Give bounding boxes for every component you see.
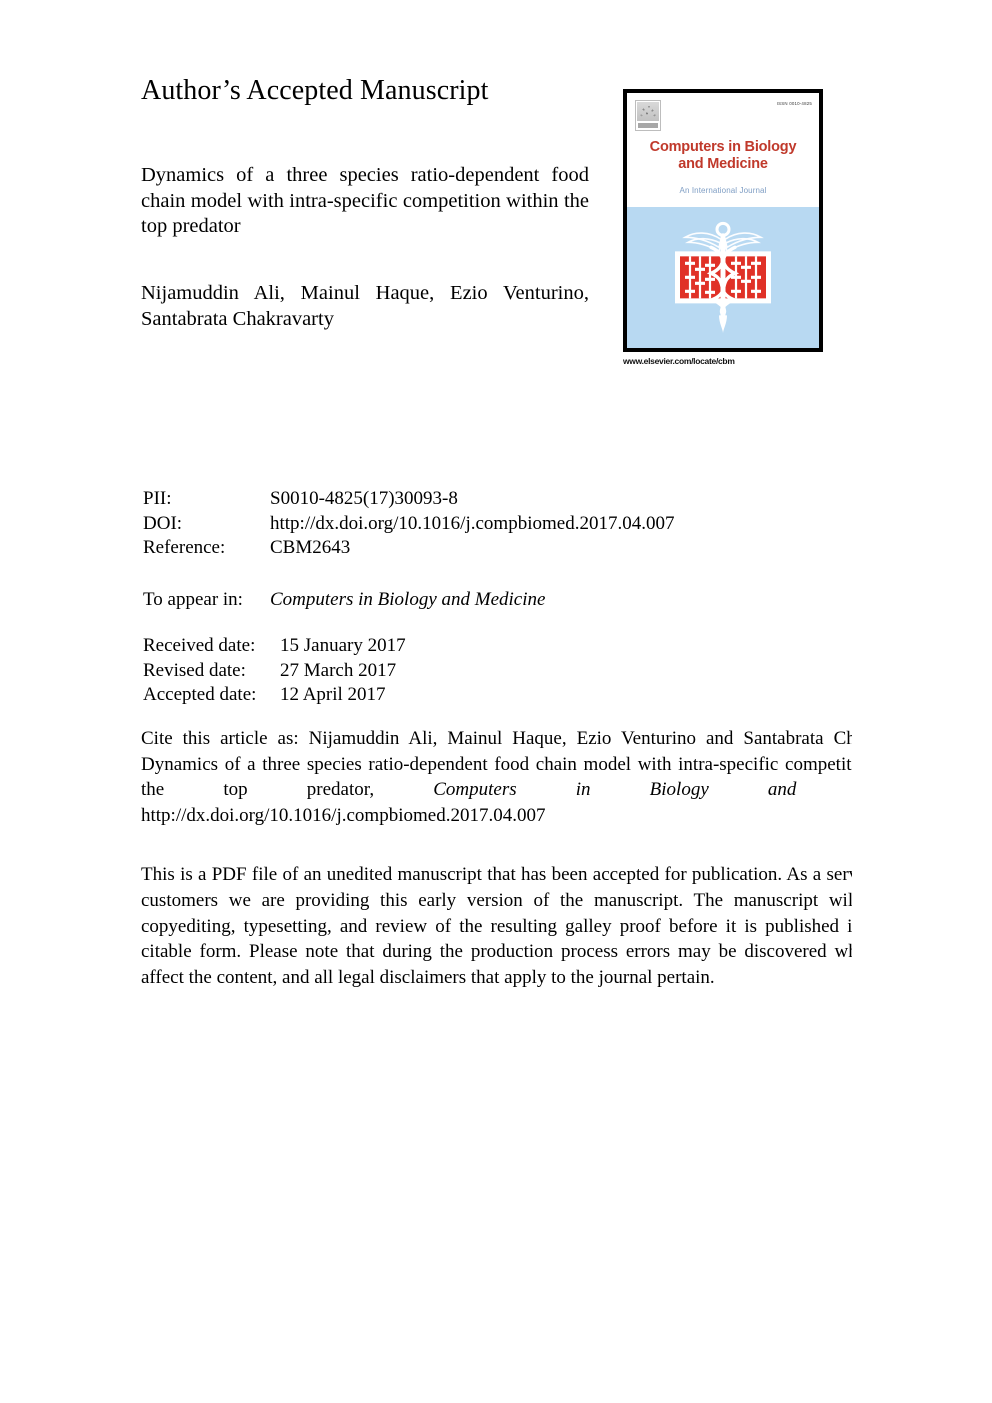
accepted-date-value: 12 April 2017 [280, 684, 386, 705]
clipped-text-region: Cite this article as: Nijamuddin Ali, Ma… [141, 726, 852, 1016]
to-appear-in-label: To appear in: [143, 589, 243, 610]
date-row-revised: Revised date: 27 March 2017 [143, 659, 406, 684]
cover-journal-title-line-2: and Medicine [678, 156, 768, 172]
elsevier-tree-canopy [637, 102, 659, 121]
disclaimer-paragraph: This is a PDF file of an unedited manusc… [141, 864, 852, 988]
citation-paragraph: Cite this article as: Nijamuddin Ali, Ma… [141, 726, 852, 828]
to-appear-in-row: To appear in: Computers in Biology and M… [143, 588, 545, 613]
to-appear-in-journal: Computers in Biology and Medicine [270, 589, 546, 610]
journal-cover-image: ISSN 0010-4825 Computers in Biology and … [623, 89, 823, 352]
journal-cover-inner: ISSN 0010-4825 Computers in Biology and … [627, 93, 819, 348]
cover-journal-title: Computers in Biology and Medicine [627, 139, 819, 173]
accepted-date-label: Accepted date: [143, 684, 257, 705]
author-list: Nijamuddin Ali, Mainul Haque, Ezio Ventu… [141, 281, 589, 332]
metadata-row-doi: DOI: http://dx.doi.org/10.1016/j.compbio… [143, 512, 674, 537]
reference-value: CBM2643 [270, 537, 351, 558]
date-row-received: Received date: 15 January 2017 [143, 634, 406, 659]
received-date-label: Received date: [143, 635, 256, 656]
issn-text: ISSN 0010-4825 [776, 101, 812, 106]
publication-dates: Received date: 15 January 2017 Revised d… [143, 634, 406, 708]
pii-value: S0010-4825(17)30093-8 [270, 488, 458, 509]
doi-label: DOI: [143, 512, 183, 534]
date-row-accepted: Accepted date: 12 April 2017 [143, 683, 406, 708]
journal-cover-top-panel: ISSN 0010-4825 Computers in Biology and … [627, 93, 819, 207]
accepted-manuscript-heading: Author’s Accepted Manuscript [141, 75, 489, 106]
caduceus-abacus-icon [675, 221, 771, 333]
author-line-2: Santabrata Chakravarty [141, 307, 334, 330]
cover-journal-title-line-1: Computers in Biology [649, 139, 797, 155]
revised-date-value: 27 March 2017 [280, 659, 397, 681]
metadata-row-pii: PII: S0010-4825(17)30093-8 [143, 487, 674, 512]
journal-cover-bottom-panel [627, 207, 819, 348]
cover-journal-subtitle: An International Journal [679, 186, 767, 195]
doi-value[interactable]: http://dx.doi.org/10.1016/j.compbiomed.2… [270, 512, 674, 537]
reference-label: Reference: [143, 537, 226, 558]
publication-metadata: PII: S0010-4825(17)30093-8 DOI: http://d… [143, 487, 674, 561]
author-line-1: Nijamuddin Ali, Mainul Haque, Ezio Ventu… [141, 282, 589, 304]
revised-date-label: Revised date: [143, 659, 246, 681]
elsevier-tree-icon [635, 100, 661, 131]
elsevier-wordmark [638, 123, 658, 128]
received-date-value: 15 January 2017 [280, 635, 406, 656]
journal-website-url: www.elsevier.com/locate/cbm [623, 356, 735, 366]
article-title: Dynamics of a three species ratio-depend… [141, 164, 589, 237]
pii-label: PII: [143, 488, 172, 509]
citation-journal-italic: Computers in Biology and Medicine [433, 779, 852, 801]
metadata-row-reference: Reference: CBM2643 [143, 536, 674, 561]
manuscript-cover-page: Author’s Accepted Manuscript Dynamics of… [0, 0, 992, 1403]
